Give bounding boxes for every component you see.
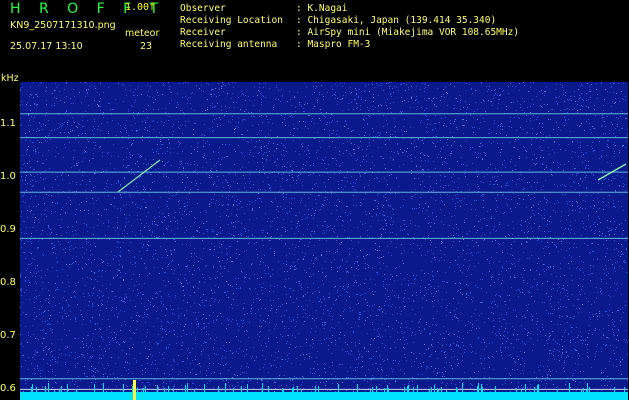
- y-tick-label: 0.8: [0, 277, 16, 289]
- receiver-value: : AirSpy mini (Miakejima VOR 108.65MHz): [296, 27, 520, 38]
- spectrogram-svg: [20, 82, 628, 400]
- meteor-count: 23: [140, 41, 153, 52]
- spectrogram-window: H R O F F T 1.00f KN9_2507171310.png 25.…: [0, 0, 629, 400]
- y-axis-unit: kHz: [1, 73, 19, 84]
- antenna-value: : Maspro FM-3: [296, 39, 371, 50]
- observer-label: Observer: [180, 3, 226, 14]
- spectrogram-plot: [20, 82, 628, 400]
- location-label: Receiving Location: [180, 15, 283, 26]
- y-tick-label: 1.0: [0, 171, 16, 183]
- y-tick-label: 0.9: [0, 224, 16, 236]
- observer-value: : K.Nagai: [296, 3, 348, 14]
- y-tick-label: 0.6: [0, 383, 16, 395]
- datetime-label: 25.07.17 13:10: [10, 41, 83, 52]
- meteor-label: meteor: [125, 28, 160, 39]
- y-tick-label: 1.1: [0, 118, 16, 130]
- location-value: : Chigasaki, Japan (139.414 35.340): [296, 15, 497, 26]
- version-label: 1.00f: [125, 2, 156, 13]
- base-band: [20, 392, 628, 400]
- receiver-label: Receiver: [180, 27, 226, 38]
- antenna-label: Receiving antenna: [180, 39, 278, 50]
- meteor-spike: [133, 380, 136, 400]
- y-tick-label: 0.7: [0, 330, 16, 342]
- filename-label: KN9_2507171310.png: [10, 20, 116, 31]
